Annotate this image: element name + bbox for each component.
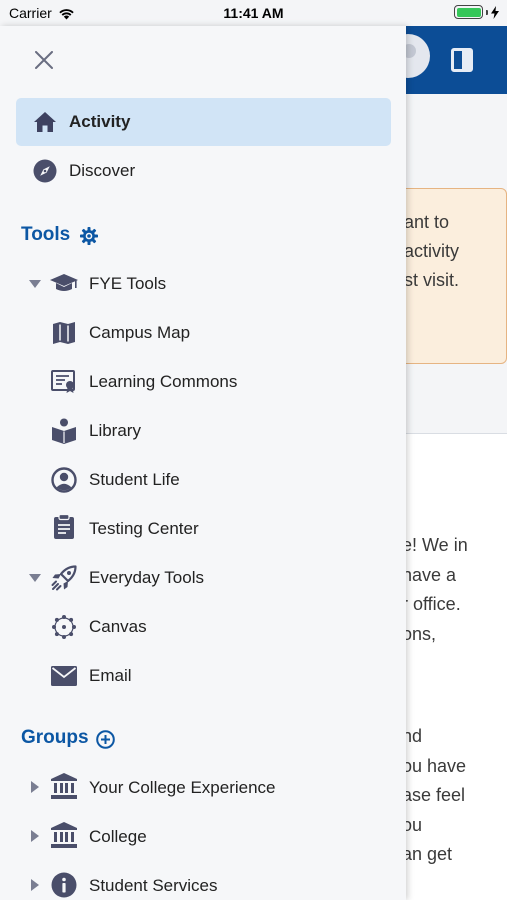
compass-icon — [33, 159, 57, 183]
graduation-cap-icon — [50, 270, 78, 298]
tree-item-library[interactable]: Library — [0, 409, 406, 453]
nav-item-discover[interactable]: Discover — [16, 147, 391, 195]
tree-item-testing-center[interactable]: Testing Center — [0, 507, 406, 551]
tree-item-label: Library — [89, 421, 141, 440]
content-paragraph: e! We in nave a r office. ons, — [402, 535, 468, 644]
status-bar: Carrier 11:41 AM — [0, 0, 507, 26]
tree-item-email[interactable]: Email — [0, 654, 406, 698]
plus-circle-icon[interactable] — [95, 729, 115, 749]
reading-icon — [50, 417, 78, 445]
tree-item-label: Learning Commons — [89, 372, 238, 391]
user-circle-icon — [50, 466, 78, 494]
tree-item-label: Student Services — [89, 876, 218, 895]
tree-item-label: Canvas — [89, 617, 147, 636]
tree-item-your-college-experience[interactable]: Your College Experience — [0, 766, 406, 810]
tree-item-student-life[interactable]: Student Life — [0, 458, 406, 502]
envelope-icon — [50, 662, 78, 690]
notice-banner-text: ant to activity st visit. — [404, 212, 460, 290]
tree-item-everyday-tools[interactable]: Everyday Tools — [0, 556, 406, 600]
caret-right-icon[interactable] — [29, 830, 41, 842]
tree-item-label: Student Life — [89, 470, 180, 489]
gear-icon[interactable] — [79, 226, 99, 246]
sidebar-toggle-icon[interactable] — [451, 48, 473, 72]
tree-item-label: Your College Experience — [89, 778, 276, 797]
battery-icon — [454, 5, 499, 19]
tree-item-label: Email — [89, 666, 132, 685]
caret-down-icon[interactable] — [29, 278, 41, 290]
tree-item-college[interactable]: College — [0, 815, 406, 859]
tree-item-canvas[interactable]: Canvas — [0, 605, 406, 649]
tree-item-label: College — [89, 827, 147, 846]
caret-down-icon[interactable] — [29, 572, 41, 584]
close-icon — [35, 51, 53, 69]
content-paragraph: nd ou have ase feel ou an get — [402, 726, 467, 864]
charging-icon — [491, 5, 499, 19]
certificate-icon — [50, 368, 78, 396]
map-icon — [50, 319, 78, 347]
caret-right-icon[interactable] — [29, 879, 41, 891]
nav-item-label: Activity — [69, 112, 131, 131]
tree-item-label: FYE Tools — [89, 274, 167, 293]
clock: 11:41 AM — [223, 5, 284, 21]
tree-item-label: Campus Map — [89, 323, 191, 342]
close-button[interactable] — [31, 47, 57, 73]
tree-item-label: Everyday Tools — [89, 568, 204, 587]
section-title-tools: Tools — [21, 224, 71, 245]
section-title-groups: Groups — [21, 727, 89, 748]
home-icon — [33, 110, 57, 134]
info-icon — [50, 871, 78, 899]
institution-icon — [50, 821, 78, 849]
institution-icon — [50, 772, 78, 800]
tree-item-fye-tools[interactable]: FYE Tools — [0, 262, 406, 306]
tree-item-student-services[interactable]: Student Services — [0, 864, 406, 900]
rocket-icon — [50, 564, 78, 592]
caret-right-icon[interactable] — [29, 781, 41, 793]
nav-item-label: Discover — [69, 161, 136, 180]
tree-item-learning-commons[interactable]: Learning Commons — [0, 360, 406, 404]
nav-item-activity[interactable]: Activity — [16, 98, 391, 146]
navigation-drawer: Activity Discover Tools FYE Tools Campus… — [0, 26, 406, 900]
canvas-icon — [50, 613, 78, 641]
tree-item-campus-map[interactable]: Campus Map — [0, 311, 406, 355]
tree-item-label: Testing Center — [89, 519, 199, 538]
clipboard-icon — [50, 513, 78, 541]
